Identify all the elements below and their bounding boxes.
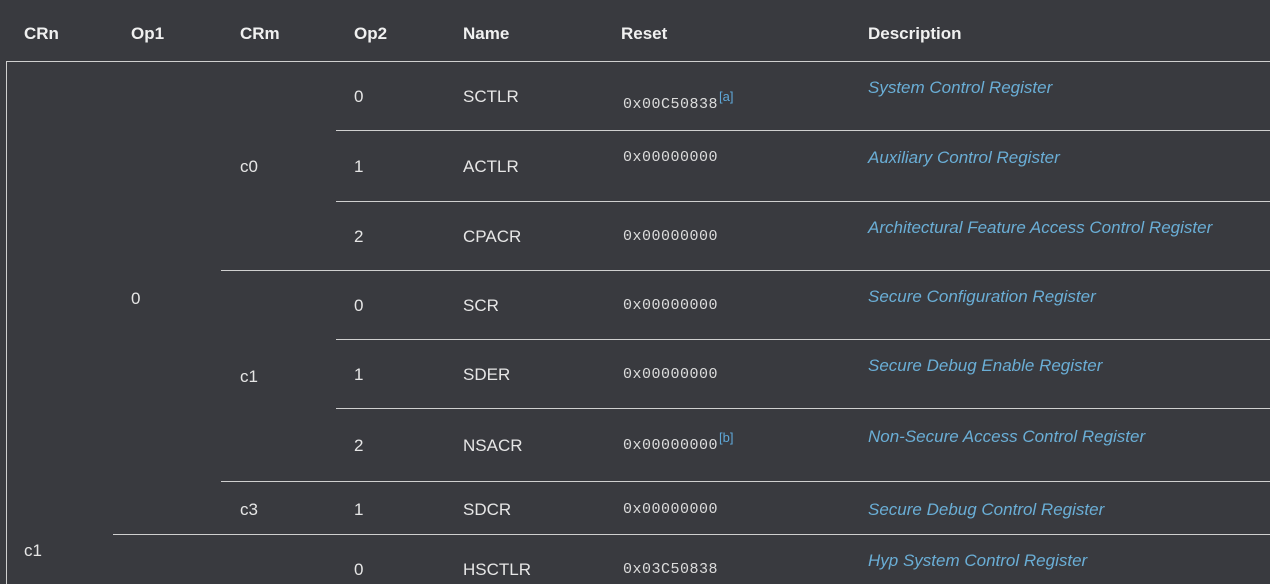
description-link[interactable]: Secure Debug Control Register [868,500,1104,520]
crm-cell: c1 [240,367,258,386]
crm-cell: c0 [240,157,258,176]
row-divider [336,339,1270,340]
op2-cell: 1 [354,500,364,519]
header-op1: Op1 [131,24,165,43]
reset-value: 0x00000000 [623,501,719,518]
register-name: CPACR [463,227,522,246]
description-link[interactable]: Hyp System Control Register [868,551,1087,571]
op2-cell: 0 [354,87,364,106]
register-name: SCTLR [463,87,519,106]
reset-value: 0x03C50838 [623,561,719,578]
op2-cell: 0 [354,560,364,579]
reset-value: 0x00000000 [623,297,719,314]
op2-cell: 1 [354,365,364,384]
footnote-link[interactable]: [a] [719,89,733,104]
row-divider [113,534,1270,535]
op2-cell: 2 [354,436,364,455]
description-link[interactable]: System Control Register [868,78,1052,98]
row-divider [336,408,1270,409]
reset-value: 0x00000000 [623,366,719,383]
row-divider [336,130,1270,131]
op2-cell: 0 [354,296,364,315]
op2-cell: 2 [354,227,364,246]
header-name: Name [463,24,510,43]
header-reset: Reset [621,24,668,43]
description-link[interactable]: Secure Debug Enable Register [868,356,1102,376]
register-name: SDCR [463,500,512,519]
register-name: SDER [463,365,511,384]
register-table: CRn Op1 CRm Op2 Name Reset Description c… [0,0,1270,584]
header-op2: Op2 [354,24,388,43]
header-crm: CRm [240,24,280,43]
row-divider [221,481,1270,482]
reset-value: 0x00000000[b] [623,430,734,454]
table-left-border [6,61,7,584]
description-link[interactable]: Auxiliary Control Register [868,148,1060,168]
row-divider [221,270,1270,271]
header-crn: CRn [24,24,59,43]
description-link[interactable]: Secure Configuration Register [868,287,1096,307]
reset-value: 0x00000000 [623,228,719,245]
header-description: Description [868,24,962,43]
register-name: ACTLR [463,157,519,176]
description-link[interactable]: Architectural Feature Access Control Reg… [868,218,1212,238]
register-name: SCR [463,296,499,315]
reset-value: 0x00C50838[a] [623,89,734,113]
crn-cell: c1 [24,541,42,560]
register-name: HSCTLR [463,560,532,579]
row-divider [336,201,1270,202]
header-divider [6,61,1270,62]
op2-cell: 1 [354,157,364,176]
reset-value: 0x00000000 [623,149,719,166]
footnote-link[interactable]: [b] [719,430,733,445]
op1-cell: 0 [131,289,141,308]
crm-cell: c3 [240,500,258,519]
register-name: NSACR [463,436,523,455]
description-link[interactable]: Non-Secure Access Control Register [868,427,1145,447]
